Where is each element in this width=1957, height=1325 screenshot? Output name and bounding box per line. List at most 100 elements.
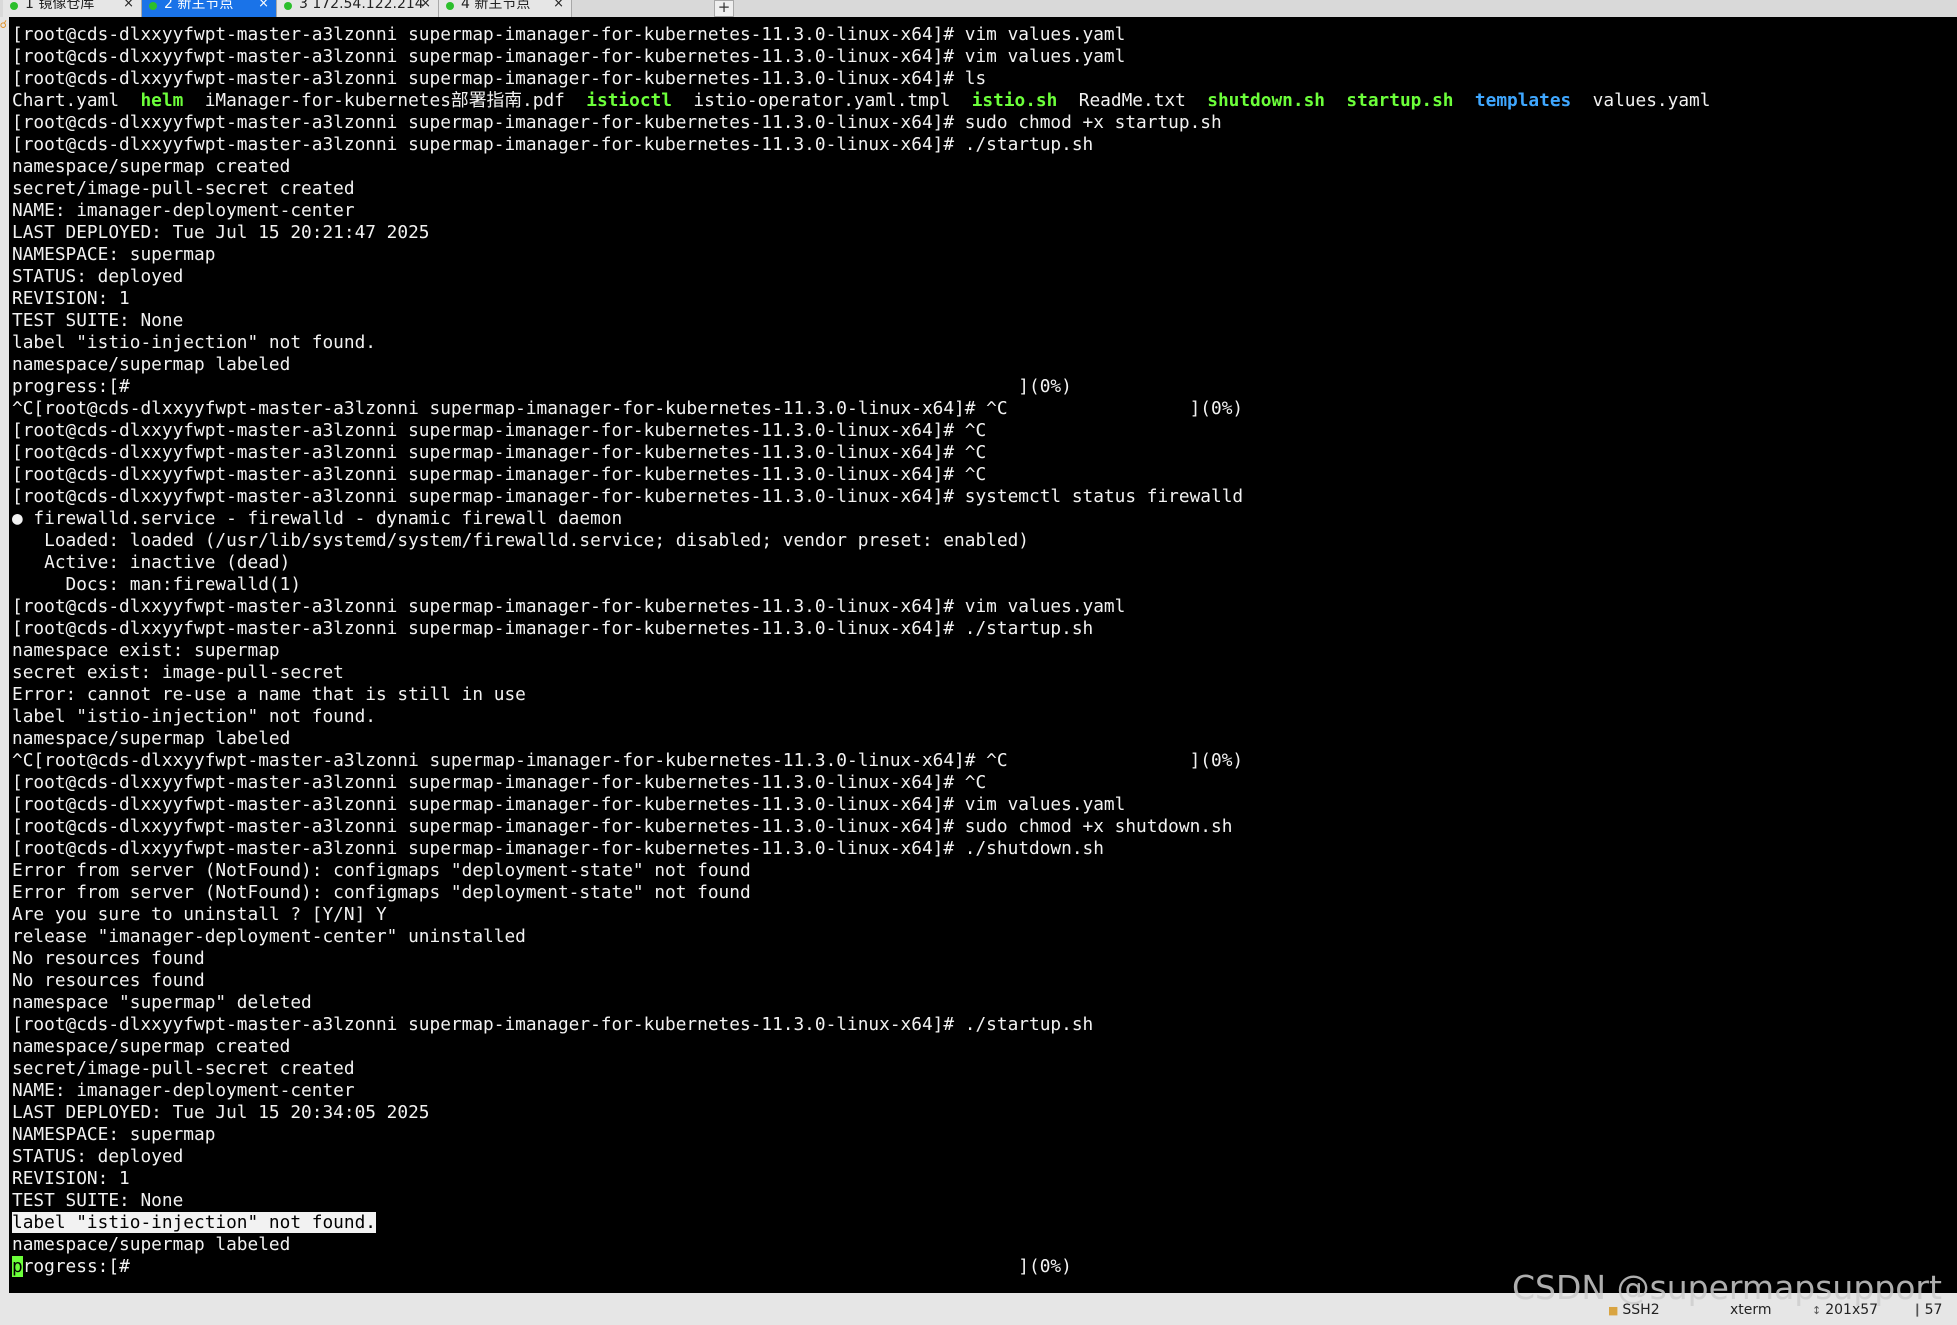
- terminal-text: [root@cds-dlxxyyfwpt-master-a3lzonni sup…: [12, 134, 1094, 155]
- terminal-line: [root@cds-dlxxyyfwpt-master-a3lzonni sup…: [12, 1014, 1952, 1036]
- terminal-line: [root@cds-dlxxyyfwpt-master-a3lzonni sup…: [12, 68, 1952, 90]
- terminal-line: [root@cds-dlxxyyfwpt-master-a3lzonni sup…: [12, 816, 1952, 838]
- terminal-line: LAST DEPLOYED: Tue Jul 15 20:34:05 2025: [12, 1102, 1952, 1124]
- terminal-line: Docs: man:firewalld(1): [12, 574, 1952, 596]
- terminal-text: istio-operator.yaml.tmpl: [671, 90, 972, 111]
- terminal-text: namespace "supermap" deleted: [12, 992, 312, 1013]
- terminal-line: [root@cds-dlxxyyfwpt-master-a3lzonni sup…: [12, 46, 1952, 68]
- terminal-output[interactable]: [root@cds-dlxxyyfwpt-master-a3lzonni sup…: [12, 24, 1952, 1290]
- terminal-line: progress:[# ](0%): [12, 376, 1952, 398]
- terminal-line: No resources found: [12, 948, 1952, 970]
- terminal-text: label "istio-injection" not found.: [12, 332, 376, 353]
- connected-dot-icon: [284, 2, 292, 10]
- watermark: CSDN @supermapsupport: [1512, 1268, 1942, 1307]
- terminal-text: secret/image-pull-secret created: [12, 178, 355, 199]
- tab-label: 4 新主节点: [461, 0, 531, 12]
- terminal-text: [root@cds-dlxxyyfwpt-master-a3lzonni sup…: [12, 464, 987, 485]
- terminal-text: iManager-for-kubernetes部署指南.pdf: [183, 90, 587, 111]
- terminal-line: NAME: imanager-deployment-center: [12, 1080, 1952, 1102]
- terminal-text: NAMESPACE: supermap: [12, 244, 216, 265]
- terminal-text: Error: cannot re-use a name that is stil…: [12, 684, 526, 705]
- terminal-line: No resources found: [12, 970, 1952, 992]
- close-icon[interactable]: ×: [553, 0, 564, 11]
- terminal-line: STATUS: deployed: [12, 1146, 1952, 1168]
- terminal-line: [root@cds-dlxxyyfwpt-master-a3lzonni sup…: [12, 794, 1952, 816]
- terminal-line: secret exist: image-pull-secret: [12, 662, 1952, 684]
- terminal-text: [root@cds-dlxxyyfwpt-master-a3lzonni sup…: [12, 838, 1104, 859]
- tab-3[interactable]: 3 172.54.122.214 ×: [277, 0, 439, 17]
- terminal-text: namespace/supermap labeled: [12, 354, 291, 375]
- terminal-line: [root@cds-dlxxyyfwpt-master-a3lzonni sup…: [12, 486, 1952, 508]
- terminal-text: Docs: man:firewalld(1): [12, 574, 302, 595]
- terminal-line: namespace "supermap" deleted: [12, 992, 1952, 1014]
- terminal-line: [root@cds-dlxxyyfwpt-master-a3lzonni sup…: [12, 596, 1952, 618]
- terminal-line: REVISION: 1: [12, 1168, 1952, 1190]
- tab-label: 2 新主节点: [164, 0, 234, 12]
- terminal-text: label "istio-injection" not found.: [12, 1212, 376, 1233]
- terminal-line: NAMESPACE: supermap: [12, 244, 1952, 266]
- terminal-text: [root@cds-dlxxyyfwpt-master-a3lzonni sup…: [12, 618, 1094, 639]
- terminal-text: LAST DEPLOYED: Tue Jul 15 20:34:05 2025: [12, 1102, 430, 1123]
- tab-1[interactable]: 1 镜像仓库 ×: [3, 0, 142, 17]
- terminal-text: TEST SUITE: None: [12, 310, 184, 331]
- terminal-text: secret/image-pull-secret created: [12, 1058, 355, 1079]
- terminal-text: release "imanager-deployment-center" uni…: [12, 926, 526, 947]
- terminal-text: [root@cds-dlxxyyfwpt-master-a3lzonni sup…: [12, 24, 1126, 45]
- terminal-text: ReadMe.txt: [1057, 90, 1208, 111]
- close-icon[interactable]: ×: [258, 0, 269, 11]
- terminal-text: [root@cds-dlxxyyfwpt-master-a3lzonni sup…: [12, 112, 1222, 133]
- terminal-line: STATUS: deployed: [12, 266, 1952, 288]
- terminal-text: namespace/supermap labeled: [12, 728, 291, 749]
- terminal-line: secret/image-pull-secret created: [12, 1058, 1952, 1080]
- terminal-line: [root@cds-dlxxyyfwpt-master-a3lzonni sup…: [12, 134, 1952, 156]
- terminal-line: REVISION: 1: [12, 288, 1952, 310]
- side-panel-strip: ☌: [0, 17, 9, 1293]
- terminal-text: REVISION: 1: [12, 288, 130, 309]
- terminal-text: [root@cds-dlxxyyfwpt-master-a3lzonni sup…: [12, 420, 987, 441]
- terminal-text: Error from server (NotFound): configmaps…: [12, 882, 751, 903]
- close-icon[interactable]: ×: [123, 0, 134, 11]
- terminal-line: TEST SUITE: None: [12, 1190, 1952, 1212]
- terminal-line: namespace/supermap created: [12, 156, 1952, 178]
- terminal-text: [root@cds-dlxxyyfwpt-master-a3lzonni sup…: [12, 794, 1126, 815]
- terminal-text: rogress:[# ](0%): [22, 1256, 1072, 1277]
- terminal-text: STATUS: deployed: [12, 1146, 184, 1167]
- terminal-line: label "istio-injection" not found.: [12, 1212, 1952, 1234]
- terminal-text: Loaded: loaded (/usr/lib/systemd/system/…: [12, 530, 1029, 551]
- terminal-text: namespace exist: supermap: [12, 640, 280, 661]
- close-icon[interactable]: ×: [420, 0, 431, 11]
- connected-dot-icon: [149, 2, 157, 10]
- terminal-line: Active: inactive (dead): [12, 552, 1952, 574]
- terminal-text: istioctl: [586, 90, 672, 111]
- terminal-text: label "istio-injection" not found.: [12, 706, 376, 727]
- terminal-line: namespace/supermap labeled: [12, 354, 1952, 376]
- terminal-text: No resources found: [12, 948, 205, 969]
- terminal-text: [root@cds-dlxxyyfwpt-master-a3lzonni sup…: [12, 816, 1233, 837]
- tab-4[interactable]: 4 新主节点 ×: [439, 0, 572, 17]
- terminal-line: namespace/supermap labeled: [12, 1234, 1952, 1256]
- terminal-line: [root@cds-dlxxyyfwpt-master-a3lzonni sup…: [12, 464, 1952, 486]
- terminal-line: NAME: imanager-deployment-center: [12, 200, 1952, 222]
- terminal-text: values.yaml: [1571, 90, 1711, 111]
- terminal-text: ^C[root@cds-dlxxyyfwpt-master-a3lzonni s…: [12, 398, 1244, 419]
- search-icon[interactable]: ☌: [0, 19, 9, 31]
- terminal-text: TEST SUITE: None: [12, 1190, 184, 1211]
- terminal-text: [root@cds-dlxxyyfwpt-master-a3lzonni sup…: [12, 486, 1244, 507]
- terminal-text: Error from server (NotFound): configmaps…: [12, 860, 751, 881]
- terminal-text: startup.sh: [1346, 90, 1454, 111]
- terminal-text: [root@cds-dlxxyyfwpt-master-a3lzonni sup…: [12, 596, 1126, 617]
- terminal-text: REVISION: 1: [12, 1168, 130, 1189]
- terminal-line: namespace/supermap created: [12, 1036, 1952, 1058]
- new-tab-button[interactable]: +: [714, 0, 734, 17]
- terminal-text: helm: [140, 90, 184, 111]
- terminal-text: shutdown.sh: [1207, 90, 1325, 111]
- terminal-line: NAMESPACE: supermap: [12, 1124, 1952, 1146]
- terminal-line: Are you sure to uninstall ? [Y/N] Y: [12, 904, 1952, 926]
- connected-dot-icon: [10, 2, 18, 10]
- terminal-text: NAME: imanager-deployment-center: [12, 200, 355, 221]
- tab-2[interactable]: 2 新主节点 ×: [142, 0, 277, 17]
- terminal-text: [root@cds-dlxxyyfwpt-master-a3lzonni sup…: [12, 442, 987, 463]
- terminal-line: Error: cannot re-use a name that is stil…: [12, 684, 1952, 706]
